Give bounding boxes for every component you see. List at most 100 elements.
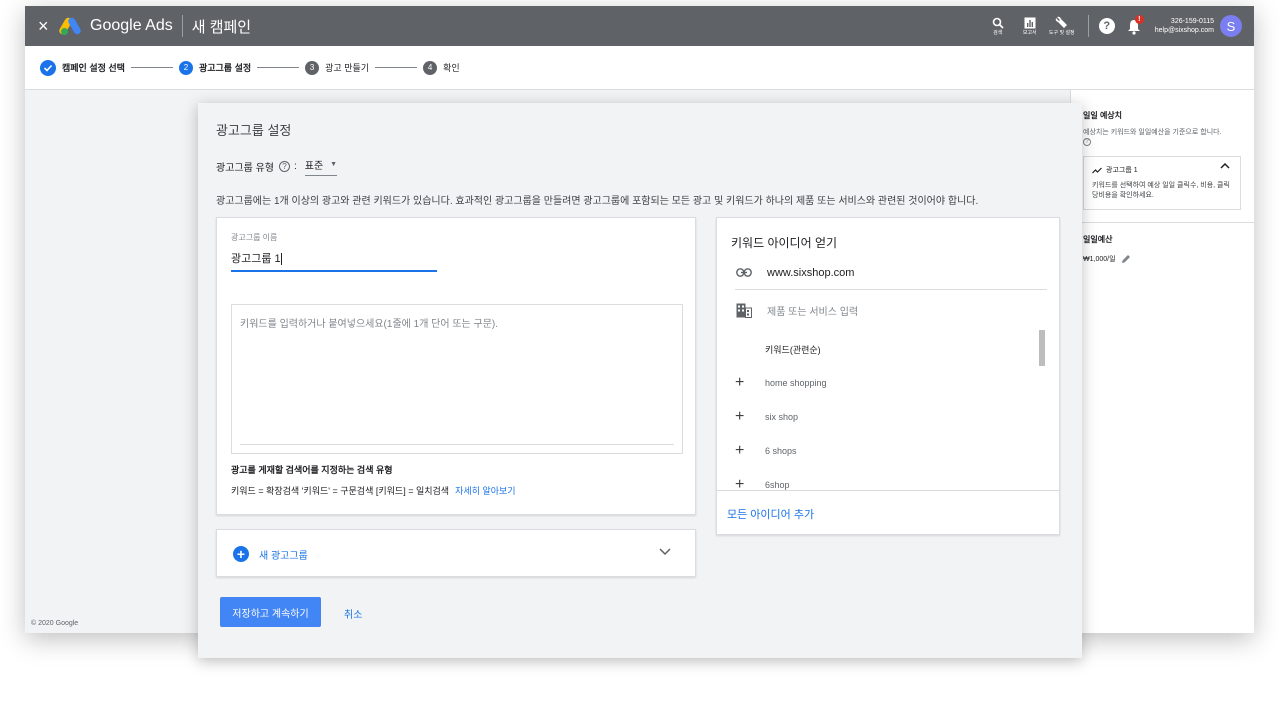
step-label: 광고 만들기 bbox=[325, 63, 370, 73]
budget-value-row: ₩1,000/일 bbox=[1083, 254, 1131, 264]
list-item[interactable]: + 6shop bbox=[735, 468, 1035, 491]
step-label: 광고그룹 설정 bbox=[198, 63, 252, 73]
learn-more-link[interactable]: 자세히 알아보기 bbox=[455, 486, 515, 496]
add-circle-icon: + bbox=[233, 546, 249, 562]
top-bar: × Google Ads 새 캠페인 검색 보고서 도구 및 설정 ? ! 32… bbox=[25, 6, 1254, 46]
match-type-description: 키워드 = 확장검색 '키워드' = 구문검색 [키워드] = 일치검색 자세히 … bbox=[231, 486, 516, 496]
google-ads-logo-icon bbox=[57, 16, 83, 36]
keywords-placeholder: 키워드를 입력하거나 붙여넣으세요(1줄에 1개 단어 또는 구문). bbox=[240, 319, 499, 330]
adgroup-type-row: 광고그룹 유형 ? : 표준 ▼ bbox=[216, 157, 338, 176]
step-connector bbox=[257, 67, 300, 68]
estimates-panel: 일일 예상치 예상치는 키워드와 일일예산을 기준으로 합니다. ? 광고그룹 … bbox=[1070, 90, 1254, 633]
account-id: 326-159-0115 bbox=[1170, 18, 1214, 25]
adgroup-description: 광고그룹에는 1개 이상의 광고와 관련 키워드가 있습니다. 효과적인 광고그… bbox=[216, 196, 979, 207]
save-and-continue-button[interactable]: 저장하고 계속하기 bbox=[220, 597, 321, 627]
list-item[interactable]: + 6 shops bbox=[735, 434, 1035, 468]
keyword-ideas-list: 키워드(관련순) + home shopping + six shop + 6 … bbox=[717, 330, 1047, 490]
building-icon bbox=[735, 303, 753, 318]
new-adgroup-card[interactable]: + 새 광고그룹 bbox=[216, 529, 696, 577]
chevron-up-icon[interactable] bbox=[1220, 163, 1230, 169]
keyword-ideas-title: 키워드 아이디어 얻기 bbox=[731, 236, 838, 250]
list-item[interactable]: + six shop bbox=[735, 400, 1035, 434]
help-icon[interactable]: ? bbox=[278, 161, 290, 172]
step-number: 4 bbox=[423, 60, 438, 75]
estimates-description: 예상치는 키워드와 일일예산을 기준으로 합니다. ? bbox=[1083, 129, 1222, 146]
new-adgroup-label: 새 광고그룹 bbox=[259, 551, 308, 562]
check-icon bbox=[40, 59, 56, 76]
keyword-idea: six shop bbox=[765, 412, 799, 422]
website-url: www.sixshop.com bbox=[767, 266, 855, 279]
reports-tool-button[interactable]: 보고서 bbox=[1014, 17, 1046, 36]
adgroup-name-label: 광고그룹 이름 bbox=[231, 233, 278, 242]
wrench-icon bbox=[1056, 16, 1068, 28]
reports-icon bbox=[1024, 17, 1036, 28]
estimates-title: 일일 예상치 bbox=[1083, 111, 1123, 120]
step-review[interactable]: 4 확인 bbox=[423, 60, 460, 75]
scrollbar[interactable] bbox=[1039, 330, 1045, 366]
page-title: 새 캠페인 bbox=[191, 18, 252, 36]
add-all-ideas-button[interactable]: 모든 아이디어 추가 bbox=[717, 490, 1059, 534]
step-adgroup-settings[interactable]: 2 광고그룹 설정 bbox=[178, 60, 252, 75]
title-divider bbox=[181, 15, 183, 37]
search-tool-label: 검색 bbox=[993, 29, 1003, 36]
plus-icon[interactable]: + bbox=[735, 375, 747, 391]
step-number: 2 bbox=[178, 60, 193, 75]
type-separator: : bbox=[293, 161, 297, 172]
product-service-input[interactable]: 제품 또는 서비스 입력 bbox=[735, 293, 1047, 327]
step-campaign-settings[interactable]: 캠페인 설정 선택 bbox=[40, 59, 125, 76]
step-label: 캠페인 설정 선택 bbox=[62, 63, 125, 73]
section-title: 광고그룹 설정 bbox=[216, 123, 292, 138]
textarea-underline bbox=[240, 444, 674, 445]
step-create-ads[interactable]: 3 광고 만들기 bbox=[305, 60, 370, 75]
adgroup-name-input[interactable]: 광고그룹 1 bbox=[231, 250, 437, 272]
adgroup-card: 광고그룹 이름 광고그룹 1 키워드를 입력하거나 붙여넣으세요(1줄에 1개 … bbox=[216, 217, 696, 515]
plus-icon[interactable]: + bbox=[735, 477, 747, 491]
search-tool-button[interactable]: 검색 bbox=[982, 17, 1014, 36]
adgroup-type-label: 광고그룹 유형 bbox=[216, 163, 274, 174]
chevron-down-icon[interactable] bbox=[659, 548, 671, 555]
keyword-idea: 6 shops bbox=[765, 446, 797, 456]
estimate-card-body: 키워드를 선택하여 예상 일일 클릭수, 비용, 클릭당비용을 확인하세요. bbox=[1092, 182, 1230, 199]
trend-icon bbox=[1092, 167, 1102, 173]
step-number: 3 bbox=[305, 60, 320, 75]
estimate-card-heading: 광고그룹 1 bbox=[1106, 167, 1138, 174]
plus-icon[interactable]: + bbox=[735, 443, 747, 459]
list-item[interactable]: + home shopping bbox=[735, 366, 1035, 400]
avatar[interactable]: S bbox=[1220, 15, 1242, 37]
keyword-ideas-card: 키워드 아이디어 얻기 www.sixshop.com 제품 또는 서비스 입력… bbox=[716, 217, 1060, 535]
keywords-textarea[interactable]: 키워드를 입력하거나 붙여넣으세요(1줄에 1개 단어 또는 구문). bbox=[231, 304, 683, 454]
keyword-list-header: 키워드(관련순) bbox=[765, 345, 821, 355]
website-url-field[interactable]: www.sixshop.com bbox=[735, 256, 1047, 290]
account-info[interactable]: 326-159-0115 help@sixshop.com bbox=[1155, 17, 1214, 35]
help-icon[interactable]: ? bbox=[1098, 18, 1115, 34]
step-connector bbox=[375, 67, 418, 68]
step-label: 확인 bbox=[443, 63, 460, 73]
step-connector bbox=[130, 67, 173, 68]
actions-divider bbox=[1087, 15, 1089, 37]
tools-settings-label: 도구 및 설정 bbox=[1048, 30, 1075, 36]
adgroup-type-value: 표준 bbox=[304, 161, 324, 172]
pencil-icon[interactable] bbox=[1121, 254, 1131, 264]
budget-value: ₩1,000/일 bbox=[1083, 256, 1116, 263]
help-icon[interactable]: ? bbox=[1083, 138, 1091, 146]
tools-settings-button[interactable]: 도구 및 설정 bbox=[1046, 16, 1078, 36]
adgroup-type-dropdown[interactable]: 표준 ▼ bbox=[304, 157, 338, 176]
search-icon bbox=[992, 17, 1004, 29]
copyright: © 2020 Google bbox=[31, 620, 79, 627]
reports-tool-label: 보고서 bbox=[1022, 29, 1037, 36]
close-icon[interactable]: × bbox=[38, 16, 52, 37]
account-email: help@sixshop.com bbox=[1154, 27, 1214, 34]
product-service-placeholder: 제품 또는 서비스 입력 bbox=[767, 306, 859, 318]
top-bar-actions: 검색 보고서 도구 및 설정 ? ! 326-159-0115 help@six… bbox=[982, 6, 1254, 46]
dropdown-caret-icon: ▼ bbox=[330, 161, 338, 168]
campaign-stepper: 캠페인 설정 선택 2 광고그룹 설정 3 광고 만들기 4 확인 bbox=[25, 46, 1254, 90]
brand-name: Google Ads bbox=[90, 17, 173, 34]
plus-icon[interactable]: + bbox=[735, 409, 747, 425]
keyword-idea: home shopping bbox=[765, 378, 827, 388]
cancel-button[interactable]: 취소 bbox=[344, 606, 362, 621]
budget-title: 일일예산 bbox=[1083, 235, 1113, 244]
adgroup-settings-dialog: 광고그룹 설정 광고그룹 유형 ? : 표준 ▼ 광고그룹에는 1개 이상의 광… bbox=[198, 103, 1082, 658]
notifications-button[interactable]: ! bbox=[1127, 15, 1145, 35]
match-type-title: 광고를 게재할 검색어를 지정하는 검색 유형 bbox=[231, 465, 393, 475]
adgroup-estimate-card[interactable]: 광고그룹 1 키워드를 선택하여 예상 일일 클릭수, 비용, 클릭당비용을 확… bbox=[1083, 156, 1241, 210]
